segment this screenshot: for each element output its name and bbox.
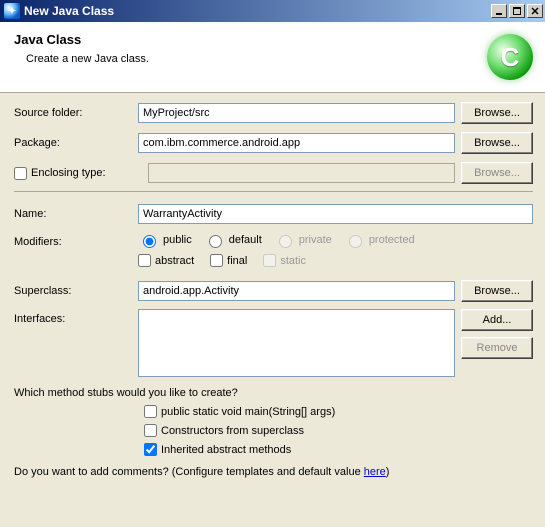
enclosing-browse-button: Browse...	[461, 162, 533, 184]
modifier-private: private	[274, 232, 332, 248]
interfaces-remove-button: Remove	[461, 337, 533, 359]
close-button[interactable]	[527, 4, 543, 18]
modifier-abstract[interactable]: abstract	[138, 254, 194, 267]
stub-constructors[interactable]: Constructors from superclass	[144, 424, 523, 437]
modifier-public[interactable]: public	[138, 232, 192, 248]
package-label: Package:	[14, 137, 132, 149]
enclosing-type-checkbox[interactable]	[14, 167, 27, 180]
source-folder-input[interactable]	[138, 103, 455, 123]
class-icon: C	[487, 34, 533, 80]
banner-heading: Java Class	[14, 32, 487, 47]
superclass-input[interactable]	[138, 281, 455, 301]
stub-main[interactable]: public static void main(String[] args)	[144, 405, 523, 418]
package-input[interactable]	[138, 133, 455, 153]
window-controls	[491, 4, 543, 18]
comments-question: Do you want to add comments? (Configure …	[14, 466, 533, 478]
separator	[14, 191, 533, 192]
stub-inherited[interactable]: Inherited abstract methods	[144, 443, 523, 456]
minimize-button[interactable]	[491, 4, 507, 18]
enclosing-type-checkbox-label[interactable]: Enclosing type:	[14, 167, 132, 180]
name-input[interactable]	[138, 204, 533, 224]
modifier-default[interactable]: default	[204, 232, 262, 248]
configure-templates-link[interactable]: here	[364, 466, 386, 478]
modifier-final[interactable]: final	[210, 254, 247, 267]
method-stubs-question: Which method stubs would you like to cre…	[14, 387, 533, 399]
banner-subtitle: Create a new Java class.	[26, 53, 487, 65]
modifiers-label: Modifiers:	[14, 232, 132, 248]
interfaces-list[interactable]	[138, 309, 455, 377]
interfaces-add-button[interactable]: Add...	[461, 309, 533, 331]
enclosing-type-input	[148, 163, 455, 183]
package-browse-button[interactable]: Browse...	[461, 132, 533, 154]
source-folder-label: Source folder:	[14, 107, 132, 119]
title-bar: ✦ New Java Class	[0, 0, 545, 22]
modifier-static: static	[263, 254, 306, 267]
window-title: New Java Class	[24, 4, 491, 18]
enclosing-type-label: Enclosing type:	[31, 167, 106, 179]
name-label: Name:	[14, 208, 132, 220]
source-folder-browse-button[interactable]: Browse...	[461, 102, 533, 124]
maximize-button[interactable]	[509, 4, 525, 18]
superclass-browse-button[interactable]: Browse...	[461, 280, 533, 302]
interfaces-label: Interfaces:	[14, 309, 132, 325]
superclass-label: Superclass:	[14, 285, 132, 297]
banner: Java Class Create a new Java class. C	[0, 22, 545, 93]
modifier-protected: protected	[344, 232, 415, 248]
wizard-icon: ✦	[4, 3, 20, 19]
